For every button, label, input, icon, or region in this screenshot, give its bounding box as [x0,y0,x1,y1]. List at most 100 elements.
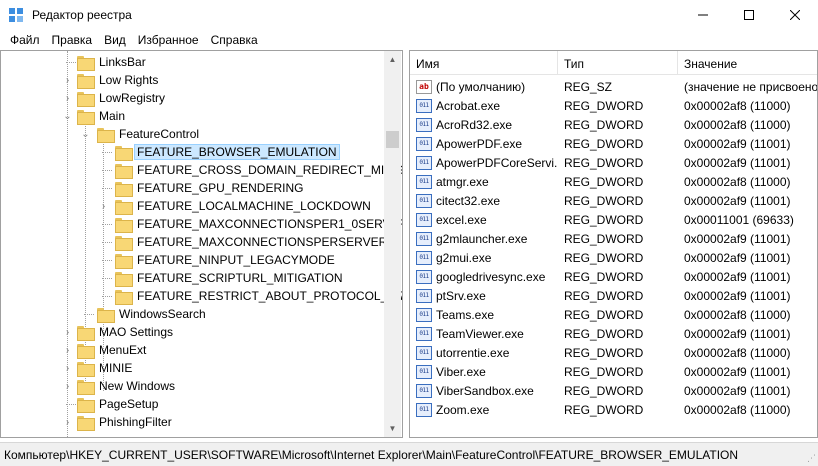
maximize-button[interactable] [726,0,772,30]
tree-node[interactable]: LinksBar [77,53,149,71]
list-item[interactable]: 011 ApowerPDFCoreServi... REG_DWORD 0x00002… [410,153,817,172]
value-name-cell: 011 Acrobat.exe [410,98,558,113]
tree-node-label[interactable]: MAO Settings [96,324,176,340]
values-list[interactable]: Имя Тип Значение ab (По умолчанию) REG_SZ (… [409,50,818,438]
list-item[interactable]: 011 Teams.exe REG_DWORD 0x00002af8 (11000) [410,305,817,324]
tree-node[interactable]: FEATURE_SCRIPTURL_MITIGATION [115,269,346,287]
resize-grip-icon[interactable]: ⋰ [807,453,816,464]
list-item[interactable]: ab (По умолчанию) REG_SZ (значение не присв… [410,77,817,96]
tree-node-label[interactable]: Main [96,108,128,124]
tree-node-label[interactable]: FEATURE_GPU_RENDERING [134,180,306,196]
tree-node-label[interactable]: PageSetup [96,396,161,412]
folder-icon [115,199,133,215]
expand-chevron-icon[interactable]: › [63,323,72,341]
expand-chevron-icon[interactable]: › [63,71,72,89]
value-name-cell: 011 Zoom.exe [410,402,558,417]
list-item[interactable]: 011 utorrentie.exe REG_DWORD 0x00002af8 (11… [410,343,817,362]
tree-node-label[interactable]: FEATURE_CROSS_DOMAIN_REDIRECT_MITIGATI [134,162,402,178]
list-item[interactable]: 011 g2mui.exe REG_DWORD 0x00002af9 (11001) [410,248,817,267]
scroll-thumb[interactable] [386,131,399,148]
menu-help[interactable]: Справка [205,30,264,50]
value-name-cell: 011 AcroRd32.exe [410,117,558,132]
tree-node[interactable]: FEATURE_BROWSER_EMULATION [115,143,340,161]
list-item[interactable]: 011 TeamViewer.exe REG_DWORD 0x00002af9 (11… [410,324,817,343]
tree-node-label[interactable]: Low Rights [96,72,161,88]
tree-node-label[interactable]: LinksBar [96,54,149,70]
tree-node[interactable]: New Windows [77,377,178,395]
tree-node-label[interactable]: FEATURE_MAXCONNECTIONSPERSERVER [134,234,390,250]
tree-node[interactable]: FEATURE_NINPUT_LEGACYMODE [115,251,338,269]
list-item[interactable]: 011 excel.exe REG_DWORD 0x00011001 (69633) [410,210,817,229]
tree-node-label[interactable]: LowRegistry [96,90,168,106]
minimize-button[interactable] [680,0,726,30]
list-item[interactable]: 011 ApowerPDF.exe REG_DWORD 0x00002af9 (110… [410,134,817,153]
tree-node[interactable]: MAO Settings [77,323,176,341]
list-item[interactable]: 011 Acrobat.exe REG_DWORD 0x00002af8 (11000… [410,96,817,115]
tree-node-label[interactable]: FEATURE_LOCALMACHINE_LOCKDOWN [134,198,374,214]
tree-node-label[interactable]: FEATURE_NINPUT_LEGACYMODE [134,252,338,268]
list-item[interactable]: 011 g2mlauncher.exe REG_DWORD 0x00002af9 (1… [410,229,817,248]
collapse-chevron-icon[interactable]: ⌄ [81,125,90,143]
tree-node-label[interactable]: FEATURE_RESTRICT_ABOUT_PROTOCOL_IE7 [134,288,402,304]
list-item[interactable]: 011 Viber.exe REG_DWORD 0x00002af9 (11001) [410,362,817,381]
close-button[interactable] [772,0,818,30]
tree-node[interactable]: FeatureControl [97,125,202,143]
tree-node[interactable]: FEATURE_GPU_RENDERING [115,179,306,197]
column-name-header[interactable]: Имя [410,51,558,75]
list-item[interactable]: 011 ViberSandbox.exe REG_DWORD 0x00002af9 (… [410,381,817,400]
expand-chevron-icon[interactable]: › [63,377,72,395]
menu-edit[interactable]: Правка [46,30,99,50]
tree-node[interactable]: PageSetup [77,395,161,413]
expand-chevron-icon[interactable]: › [63,413,72,431]
column-type-header[interactable]: Тип [558,51,678,75]
column-value-header[interactable]: Значение [678,51,817,75]
tree-node[interactable]: WindowsSearch [97,305,209,323]
tree-node[interactable]: MINIE [77,359,135,377]
tree-node[interactable]: FEATURE_MAXCONNECTIONSPER1_0SERVER [115,215,402,233]
value-name: Zoom.exe [436,402,490,417]
menu-file[interactable]: Файл [4,30,46,50]
list-item[interactable]: 011 ptSrv.exe REG_DWORD 0x00002af9 (11001) [410,286,817,305]
tree-node[interactable]: FEATURE_LOCALMACHINE_LOCKDOWN [115,197,374,215]
string-value-icon: ab [416,79,432,94]
registry-tree[interactable]: LinksBar Low Rights › LowRegistry › Main ⌄ Feat… [0,50,403,438]
value-name: ApowerPDFCoreServi... [436,155,558,170]
scroll-down-icon[interactable]: ▼ [384,420,401,437]
window-title: Редактор реестра [32,8,132,22]
tree-node[interactable]: Low Rights [77,71,161,89]
tree-node-label[interactable]: New Windows [96,378,178,394]
list-item[interactable]: 011 atmgr.exe REG_DWORD 0x00002af8 (11000) [410,172,817,191]
tree-node[interactable]: FEATURE_CROSS_DOMAIN_REDIRECT_MITIGATI [115,161,402,179]
collapse-chevron-icon[interactable]: ⌄ [63,107,72,125]
tree-node[interactable]: FEATURE_MAXCONNECTIONSPERSERVER [115,233,390,251]
list-item[interactable]: 011 citect32.exe REG_DWORD 0x00002af9 (1100… [410,191,817,210]
tree-node[interactable]: PhishingFilter [77,413,175,431]
scroll-up-icon[interactable]: ▲ [384,51,401,68]
expand-chevron-icon[interactable]: › [63,341,72,359]
tree-node-label[interactable]: WindowsSearch [116,306,209,322]
expand-chevron-icon[interactable]: › [99,197,108,215]
menu-favorites[interactable]: Избранное [132,30,205,50]
expand-chevron-icon[interactable]: › [63,359,72,377]
folder-icon [77,325,95,341]
value-data: 0x00002af8 (11000) [684,345,791,360]
tree-scrollbar[interactable]: ▲ ▼ [384,51,401,437]
tree-node-label[interactable]: FEATURE_SCRIPTURL_MITIGATION [134,270,346,286]
tree-node-label[interactable]: FEATURE_BROWSER_EMULATION [134,144,340,160]
tree-node-label[interactable]: FeatureControl [116,126,202,142]
list-item[interactable]: 011 AcroRd32.exe REG_DWORD 0x00002af8 (1100… [410,115,817,134]
tree-node[interactable]: MenuExt [77,341,149,359]
tree-node[interactable]: LowRegistry [77,89,168,107]
menu-view[interactable]: Вид [98,30,132,50]
expand-chevron-icon[interactable]: › [63,89,72,107]
tree-node-label[interactable]: MINIE [96,360,135,376]
tree-node-label[interactable]: FEATURE_MAXCONNECTIONSPER1_0SERVER [134,216,402,232]
tree-node-label[interactable]: PhishingFilter [96,414,175,430]
list-item[interactable]: 011 googledrivesync.exe REG_DWORD 0x00002af… [410,267,817,286]
tree-node[interactable]: FEATURE_RESTRICT_ABOUT_PROTOCOL_IE7 [115,287,402,305]
tree-node[interactable]: Main [77,107,128,125]
list-item[interactable]: 011 Zoom.exe REG_DWORD 0x00002af8 (11000) [410,400,817,419]
value-data: 0x00002af8 (11000) [684,174,791,189]
value-type: REG_DWORD [564,326,644,341]
tree-node-label[interactable]: MenuExt [96,342,149,358]
